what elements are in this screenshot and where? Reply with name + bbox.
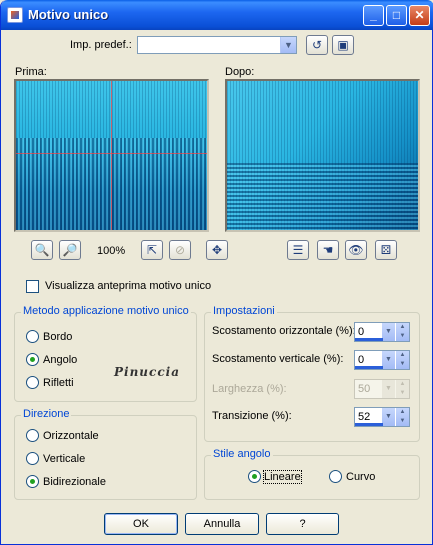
transition-label: Transizione (%): [212,410,292,422]
preview-panel-icon: ☰ [292,243,304,257]
method-label-bordo: Bordo [43,331,73,343]
method-label-angolo: Angolo [43,354,78,366]
settings-group-title: Impostazioni [211,305,277,317]
direction-radio-orizzontale[interactable] [26,429,39,442]
direction-label-orizzontale: Orizzontale [43,430,99,442]
dialog-window: Motivo unico _ □ ✕ Imp. predef.: ▼ ↺ ▣ P… [0,0,433,545]
spin-arrows-icon: ▲ ▼ [396,380,409,398]
show-preview-label: Visualizza anteprima motivo unico [45,280,212,292]
spin-arrows-icon[interactable]: ▲ ▼ [396,323,409,341]
randomize-button[interactable]: ⚄ [375,240,397,260]
app-icon [7,7,23,23]
before-preview-label: Prima: [15,66,47,78]
zoom-in-button[interactable]: 🔎 [59,240,81,260]
horizontal-offset-spinbox[interactable]: 0 ▼ ▲ ▼ [354,322,410,342]
hand-eye-icon: ☚ [322,243,334,257]
spin-arrows-icon[interactable]: ▲ ▼ [396,351,409,369]
maximize-button[interactable]: □ [386,5,407,26]
chevron-down-icon[interactable]: ▼ [382,351,395,369]
magnifier-disabled-icon: ⊘ [174,243,186,257]
pan-button[interactable]: ✥ [206,240,228,260]
chevron-down-icon: ▼ [382,380,395,398]
method-radio-bordo[interactable] [26,330,39,343]
horizontal-offset-label: Scostamento orizzontale (%): [212,325,356,337]
save-preset-button[interactable]: ▣ [332,35,354,55]
reset-preset-button[interactable]: ↺ [306,35,328,55]
close-button[interactable]: ✕ [409,5,430,26]
horizontal-offset-slider[interactable] [355,338,383,341]
method-group-title: Metodo applicazione motivo unico [21,305,191,317]
direction-radio-verticale[interactable] [26,452,39,465]
before-preview-image[interactable] [14,79,209,232]
close-icon: ✕ [414,8,425,22]
width-spinbox: 50 ▼ ▲ ▼ [354,379,410,399]
direction-label-bidirezionale: Bidirezionale [43,476,106,488]
vertical-offset-slider[interactable] [355,366,383,369]
show-preview-checkbox[interactable] [26,280,39,293]
spin-arrows-icon[interactable]: ▲ ▼ [396,408,409,426]
after-preview-image [225,79,420,232]
method-radio-rifletti[interactable] [26,376,39,389]
vertical-offset-value: 0 [358,354,365,366]
window-title: Motivo unico [28,7,109,22]
resize-icon: ⇱ [146,243,158,257]
corner-label-lineare: Lineare [263,470,302,484]
zoom-out-icon: 🔍 [34,243,50,257]
maximize-icon: □ [392,8,401,22]
transition-spinbox[interactable]: 52 ▼ ▲ ▼ [354,407,410,427]
auto-proof-button[interactable]: 👁 [345,240,367,260]
watermark: Pinuccia [114,365,180,379]
save-icon: ▣ [337,38,349,52]
reset-arrow-icon: ↺ [311,38,323,52]
chevron-down-icon[interactable]: ▼ [280,37,296,53]
zoom-level: 100% [97,245,126,257]
corner-style-group: Stile angolo [204,448,420,500]
cancel-button[interactable]: Annulla [185,513,259,535]
zoom-in-icon: 🔎 [62,243,78,257]
move-icon: ✥ [211,243,223,257]
toggle-preview-button[interactable]: ☰ [287,240,309,260]
fit-view-button[interactable]: ⇱ [141,240,163,260]
vertical-offset-spinbox[interactable]: 0 ▼ ▲ ▼ [354,350,410,370]
transition-value: 52 [358,411,371,423]
horizontal-offset-value: 0 [358,326,365,338]
corner-radio-curvo[interactable] [329,470,342,483]
width-value: 50 [358,383,371,395]
corner-label-curvo: Curvo [346,471,376,483]
ok-button[interactable]: OK [104,513,178,535]
eye-icon: 👁 [348,243,364,257]
chevron-down-icon[interactable]: ▼ [382,323,395,341]
corner-radio-lineare[interactable] [248,470,261,483]
dice-icon: ⚄ [380,243,392,257]
method-label-rifletti: Rifletti [43,377,74,389]
method-group: Metodo applicazione motivo unico [14,305,197,402]
preview-crosshair-vertical [111,81,112,230]
chevron-down-icon[interactable]: ▼ [382,408,395,426]
actual-size-button: ⊘ [169,240,191,260]
after-preview-label: Dopo: [225,66,255,78]
preview-crosshair-horizontal [16,153,207,154]
corner-style-group-title: Stile angolo [211,448,273,460]
direction-group-title: Direzione [21,408,72,420]
width-label: Larghezza (%): [212,383,287,395]
preset-label: Imp. predef.: [70,39,132,51]
minimize-icon: _ [370,8,377,22]
minimize-button[interactable]: _ [363,5,384,26]
proof-button[interactable]: ☚ [317,240,339,260]
preset-dropdown[interactable]: ▼ [137,36,297,54]
title-bar[interactable]: Motivo unico _ □ ✕ [1,0,433,30]
direction-label-verticale: Verticale [43,453,86,465]
transition-slider[interactable] [355,423,383,426]
help-button[interactable]: ? [266,513,339,535]
vertical-offset-label: Scostamento verticale (%): [212,353,344,365]
direction-radio-bidirezionale[interactable] [26,475,39,488]
zoom-out-button[interactable]: 🔍 [31,240,53,260]
method-radio-angolo[interactable] [26,353,39,366]
